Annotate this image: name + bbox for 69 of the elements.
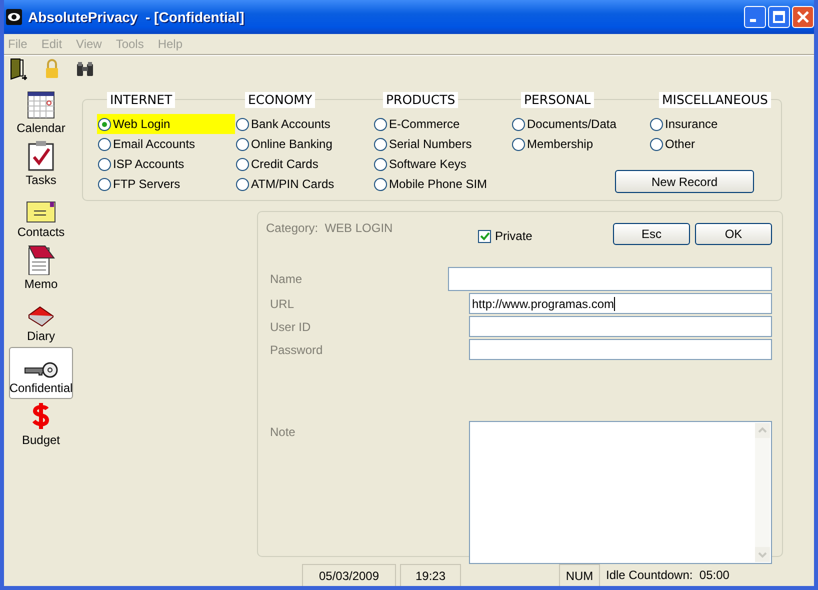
scroll-down-icon[interactable] bbox=[755, 547, 770, 562]
category-heading: ECONOMY bbox=[245, 92, 316, 108]
new-record-button[interactable]: New Record bbox=[615, 170, 754, 193]
category-radio[interactable]: Software Keys bbox=[373, 154, 511, 174]
window-title: AbsolutePrivacy - [Confidential] bbox=[28, 9, 244, 25]
category-radio[interactable]: Other bbox=[649, 134, 787, 154]
category-heading: PRODUCTS bbox=[383, 92, 458, 108]
binoculars-icon[interactable] bbox=[76, 60, 94, 78]
category-label: Category: WEB LOGIN bbox=[266, 220, 394, 235]
category-radio[interactable]: Email Accounts bbox=[97, 134, 235, 154]
field-label: URL bbox=[269, 296, 296, 310]
close-button[interactable] bbox=[792, 6, 814, 28]
status-time: 19:23 bbox=[400, 564, 461, 586]
envelope-icon bbox=[26, 201, 56, 223]
category-radio[interactable]: Mobile Phone SIM bbox=[373, 174, 511, 194]
calendar-icon bbox=[27, 91, 55, 119]
category-heading: MISCELLANEOUS bbox=[659, 92, 771, 108]
input-field[interactable] bbox=[469, 316, 772, 337]
sidebar-item[interactable]: Budget bbox=[9, 399, 73, 451]
close-icon bbox=[797, 11, 809, 23]
minimize-button[interactable] bbox=[744, 6, 766, 28]
idle-countdown: Idle Countdown: 05:00 bbox=[606, 567, 730, 584]
category-radio[interactable]: Web Login bbox=[97, 114, 235, 134]
sidebar-item[interactable]: Memo bbox=[9, 243, 73, 295]
eye-icon bbox=[6, 9, 22, 25]
field-label: Note bbox=[269, 424, 296, 441]
clipboard-check-icon bbox=[28, 141, 54, 171]
category-radio[interactable]: Credit Cards bbox=[235, 154, 373, 174]
minimize-icon bbox=[750, 19, 756, 22]
input-field[interactable]: http://www.programas.com bbox=[469, 293, 772, 314]
status-date: 05/03/2009 bbox=[302, 564, 396, 586]
sidebar-item[interactable]: Contacts bbox=[9, 191, 73, 243]
private-checkbox[interactable]: Private bbox=[478, 229, 532, 243]
scroll-up-icon[interactable] bbox=[755, 423, 770, 438]
category-heading: INTERNET bbox=[107, 92, 176, 108]
maximize-button[interactable] bbox=[768, 6, 790, 28]
num-lock-indicator: NUM bbox=[559, 564, 600, 586]
sidebar-item[interactable]: Confidential bbox=[9, 347, 73, 399]
dialog-button[interactable]: OK bbox=[695, 223, 772, 245]
category-radio[interactable]: E-Commerce bbox=[373, 114, 511, 134]
category-radio[interactable]: Online Banking bbox=[235, 134, 373, 154]
notepad-icon bbox=[26, 244, 56, 275]
field-label: User ID bbox=[269, 320, 312, 334]
book-icon bbox=[28, 305, 54, 327]
category-heading: PERSONAL bbox=[521, 92, 594, 108]
category-radio[interactable]: ATM/PIN Cards bbox=[235, 174, 373, 194]
sidebar-item[interactable]: Calendar bbox=[9, 87, 73, 139]
scrollbar[interactable] bbox=[755, 423, 770, 562]
category-radio[interactable]: Serial Numbers bbox=[373, 134, 511, 154]
field-label: Name bbox=[269, 272, 304, 286]
note-field[interactable] bbox=[469, 421, 772, 564]
input-field[interactable] bbox=[448, 267, 772, 291]
category-radio[interactable]: Insurance bbox=[649, 114, 787, 134]
dialog-button[interactable]: Esc bbox=[613, 223, 690, 245]
dollar-sign-icon bbox=[30, 401, 52, 431]
sidebar-item[interactable]: Tasks bbox=[9, 139, 73, 191]
sidebar-item[interactable]: Diary bbox=[9, 295, 73, 347]
field-label: Password bbox=[269, 342, 324, 356]
input-field[interactable] bbox=[469, 339, 772, 360]
category-radio[interactable]: Membership bbox=[511, 134, 649, 154]
padlock-icon[interactable] bbox=[44, 59, 60, 79]
door-exit-icon[interactable] bbox=[8, 58, 28, 80]
category-radio[interactable]: Bank Accounts bbox=[235, 114, 373, 134]
check-icon bbox=[479, 230, 490, 242]
maximize-icon bbox=[773, 11, 785, 23]
key-icon bbox=[24, 361, 58, 379]
category-radio[interactable]: FTP Servers bbox=[97, 174, 235, 194]
category-radio[interactable]: Documents/Data bbox=[511, 114, 649, 134]
category-radio[interactable]: ISP Accounts bbox=[97, 154, 235, 174]
